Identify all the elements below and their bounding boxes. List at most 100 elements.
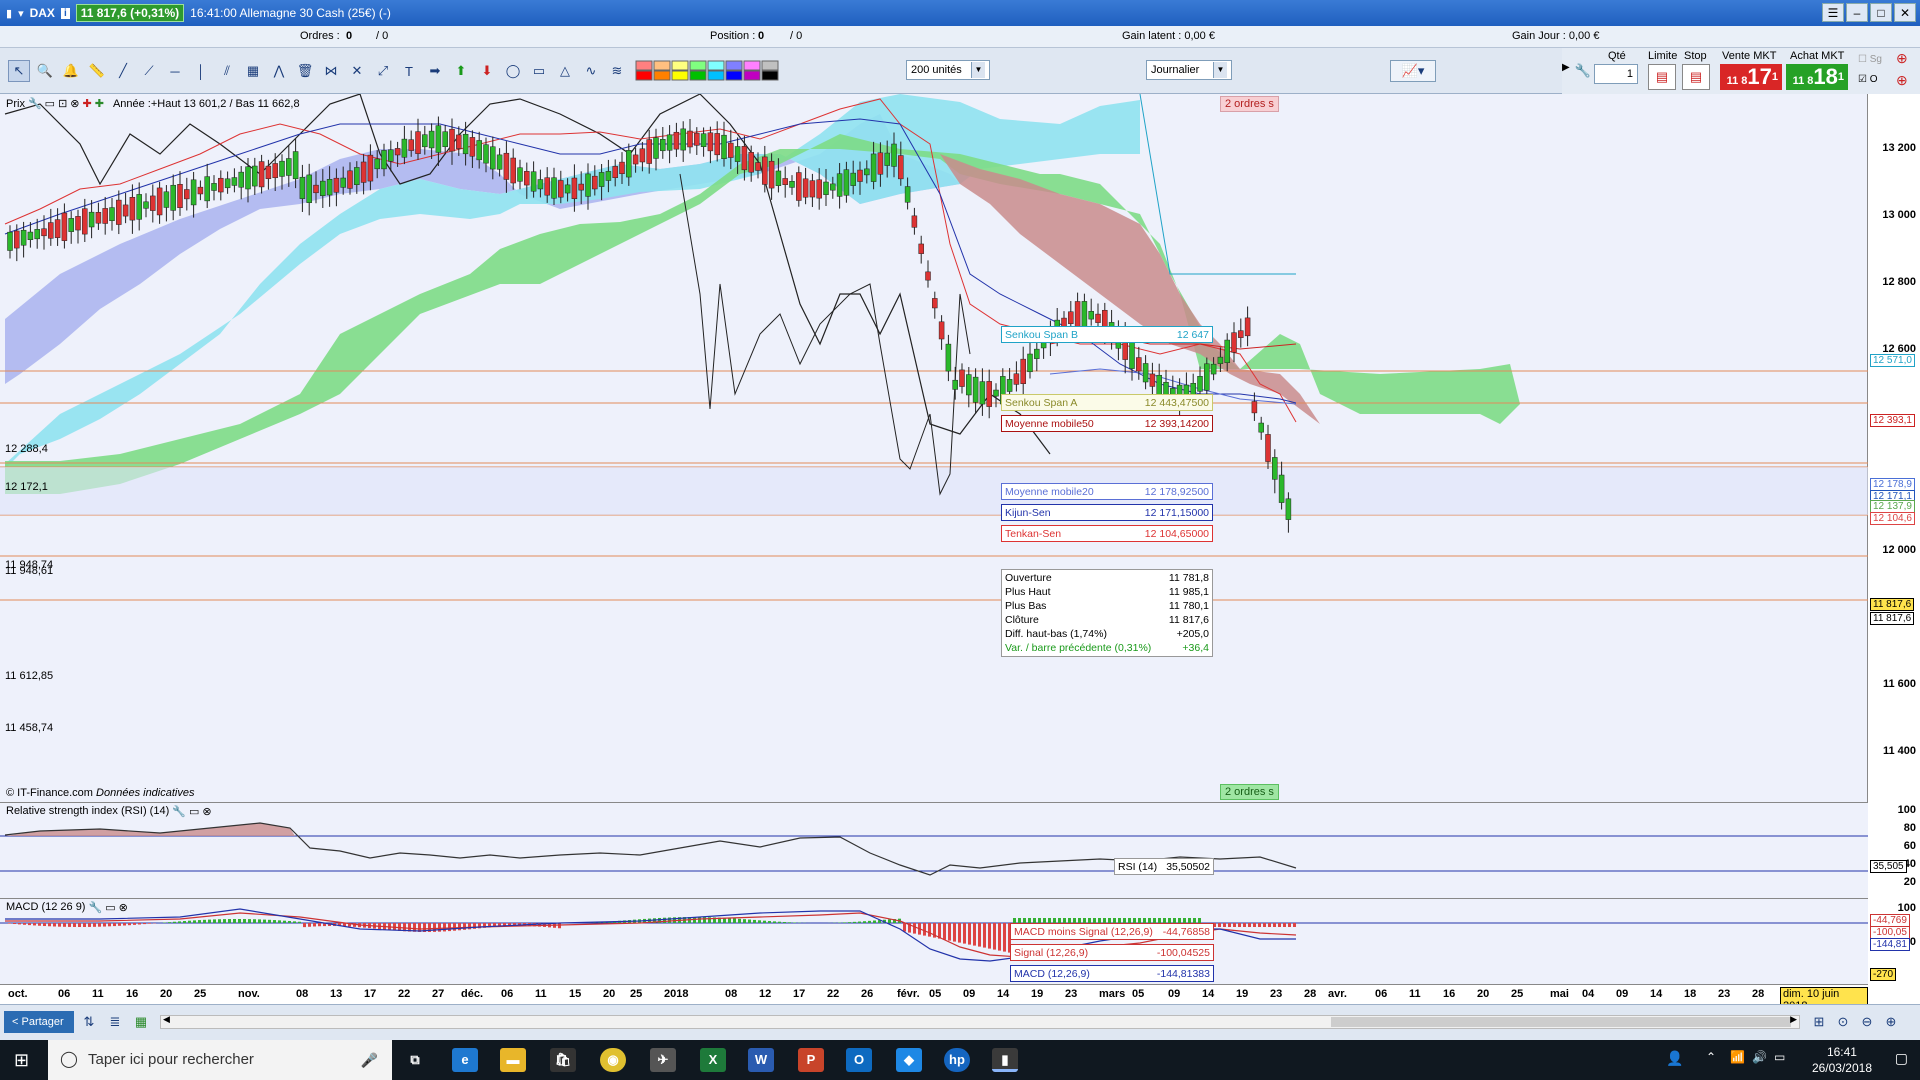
sell-market-button[interactable]: 11 8171	[1720, 64, 1782, 90]
window-icon[interactable]: ▭	[45, 97, 55, 110]
info-icon[interactable]: i	[60, 7, 70, 19]
share-button[interactable]: < Partager	[4, 1011, 74, 1033]
zoom-fit-icon[interactable]: ⊙	[1832, 1011, 1854, 1033]
stop-order-button[interactable]: ▤	[1682, 64, 1710, 90]
arrow-down-icon[interactable]: ⬇	[476, 60, 498, 82]
wave-icon[interactable]: ∿	[580, 60, 602, 82]
palette-swatch[interactable]	[635, 70, 653, 81]
list-icon[interactable]: ☰	[1822, 3, 1844, 22]
palette-swatch[interactable]	[689, 60, 707, 71]
tray-chevron-icon[interactable]: ⌃	[1706, 1050, 1716, 1064]
minimize-button[interactable]: –	[1846, 3, 1868, 22]
fibonacci-icon[interactable]: ≋	[606, 60, 628, 82]
close-icon[interactable]: ⊗	[119, 901, 128, 914]
orders-badge-top[interactable]: 2 ordres s	[1220, 96, 1279, 112]
text-icon[interactable]: T	[398, 60, 420, 82]
ruler-icon[interactable]: 📏	[86, 60, 108, 82]
store-icon[interactable]: 🛍	[550, 1048, 576, 1072]
zoom-in-icon[interactable]: ⊕	[1880, 1011, 1902, 1033]
color-palette[interactable]	[634, 60, 786, 82]
palette-swatch[interactable]	[761, 70, 779, 81]
price-axis[interactable]: 13 200 13 000 12 800 12 600 12 000 11 60…	[1868, 94, 1920, 984]
battery-icon[interactable]: ▭	[1774, 1050, 1785, 1064]
window-icon[interactable]: ▭	[189, 805, 199, 818]
scroll-right-icon[interactable]: ▶	[1790, 1014, 1797, 1025]
cross-icon[interactable]: ✕	[346, 60, 368, 82]
window-icon[interactable]: ▭	[105, 901, 115, 914]
microphone-icon[interactable]: 🎤	[361, 1040, 378, 1080]
orders-badge-bottom[interactable]: 2 ordres s	[1220, 784, 1279, 800]
menu-chevron-icon[interactable]: ▾	[18, 7, 24, 20]
wrench-icon[interactable]: 🔧	[88, 901, 102, 914]
dropbox-icon[interactable]: ◆	[896, 1048, 922, 1072]
channel-icon[interactable]: ⫽	[216, 60, 238, 82]
wrench-icon[interactable]: 🔧	[1572, 60, 1594, 82]
sync-icon[interactable]: ⇅	[78, 1011, 100, 1033]
volume-icon[interactable]: 🔊	[1752, 1050, 1767, 1064]
palette-swatch[interactable]	[707, 70, 725, 81]
macd-panel[interactable]: MACD (12 26 9) 🔧 ▭ ⊗ MACD moins Signal (…	[0, 898, 1868, 984]
task-view-icon[interactable]: ⧉	[402, 1048, 428, 1072]
line-icon[interactable]: ╱	[112, 60, 134, 82]
layout-icon[interactable]: ⊞	[1808, 1011, 1830, 1033]
add-icon[interactable]: ✚	[83, 97, 92, 110]
chart-type-button[interactable]: 📈▾	[1390, 60, 1436, 82]
list-icon[interactable]: ≣	[104, 1011, 126, 1033]
buy-market-button[interactable]: 11 8181	[1786, 64, 1848, 90]
palette-swatch[interactable]	[725, 60, 743, 71]
palette-swatch[interactable]	[671, 70, 689, 81]
sg-checkbox[interactable]: ☐ Sg	[1858, 54, 1882, 65]
palette-swatch[interactable]	[653, 60, 671, 71]
people-icon[interactable]: 👤	[1666, 1050, 1683, 1067]
palette-swatch[interactable]	[743, 70, 761, 81]
palette-swatch[interactable]	[689, 70, 707, 81]
palette-swatch[interactable]	[743, 60, 761, 71]
bell-icon[interactable]: 🔔	[60, 60, 82, 82]
edge-icon[interactable]: e	[452, 1048, 478, 1072]
rsi-panel[interactable]: Relative strength index (RSI) (14) 🔧 ▭ ⊗…	[0, 802, 1868, 898]
hp-icon[interactable]: hp	[944, 1048, 970, 1072]
close-icon[interactable]: ⊗	[202, 805, 211, 818]
trading-app-icon[interactable]: ▮	[992, 1048, 1018, 1072]
scroll-left-icon[interactable]: ◀	[163, 1014, 170, 1025]
grid-icon[interactable]: ▦	[130, 1011, 152, 1033]
price-chart[interactable]: Prix 🔧 ▭ ⊡ ⊗ ✚ ✚ Année :+Haut 13 601,2 /…	[0, 94, 1868, 802]
palette-swatch[interactable]	[761, 60, 779, 71]
scrollbar-thumb[interactable]	[1331, 1017, 1791, 1027]
pointer-icon[interactable]: ↖	[8, 60, 30, 82]
close-icon[interactable]: ⊗	[70, 97, 79, 110]
vline-icon[interactable]: │	[190, 60, 212, 82]
zoom-icon[interactable]: 🔍	[34, 60, 56, 82]
palette-swatch[interactable]	[671, 60, 689, 71]
arrow-up-icon[interactable]: ⬆	[450, 60, 472, 82]
triangle-icon[interactable]: △	[554, 60, 576, 82]
palette-swatch[interactable]	[725, 70, 743, 81]
ellipse-icon[interactable]: ◯	[502, 60, 524, 82]
zigzag-icon[interactable]: ⋀	[268, 60, 290, 82]
collapse-icon[interactable]: ▶	[1562, 62, 1570, 73]
trash-icon[interactable]: 🗑	[294, 60, 316, 82]
taskbar-clock[interactable]: 16:41 26/03/2018	[1812, 1044, 1872, 1076]
powerpoint-icon[interactable]: P	[798, 1048, 824, 1072]
wrench-icon[interactable]: 🔧	[172, 805, 186, 818]
date-axis[interactable]: oct. 06 11 16 20 25 nov. 08 13 17 22 27 déc. 06 11 15 20…	[0, 984, 1868, 1013]
hline-icon[interactable]: ─	[164, 60, 186, 82]
fan-icon[interactable]: ⤢	[372, 60, 394, 82]
limit-order-button[interactable]: ▤	[1648, 64, 1676, 90]
palette-swatch[interactable]	[707, 60, 725, 71]
palette-swatch[interactable]	[635, 60, 653, 71]
chrome-icon[interactable]: ◉	[600, 1048, 626, 1072]
period-select[interactable]: Journalier ▼	[1146, 60, 1232, 80]
rectangle-icon[interactable]: ▭	[528, 60, 550, 82]
arrow-right-icon[interactable]: ➡	[424, 60, 446, 82]
o-checkbox[interactable]: ☑ O	[1858, 74, 1878, 85]
close-button[interactable]: ✕	[1894, 3, 1916, 22]
word-icon[interactable]: W	[748, 1048, 774, 1072]
horizontal-scrollbar[interactable]: ◀ ▶	[160, 1014, 1800, 1029]
qty-input[interactable]: 1	[1594, 64, 1638, 84]
alert-icon[interactable]: ⊕	[1896, 50, 1908, 67]
camera-icon[interactable]: ⊡	[58, 97, 67, 110]
zoom-out-icon[interactable]: ⊖	[1856, 1011, 1878, 1033]
windows-start-icon[interactable]: ⊞	[14, 1050, 29, 1071]
add-green-icon[interactable]: ✚	[95, 97, 104, 110]
